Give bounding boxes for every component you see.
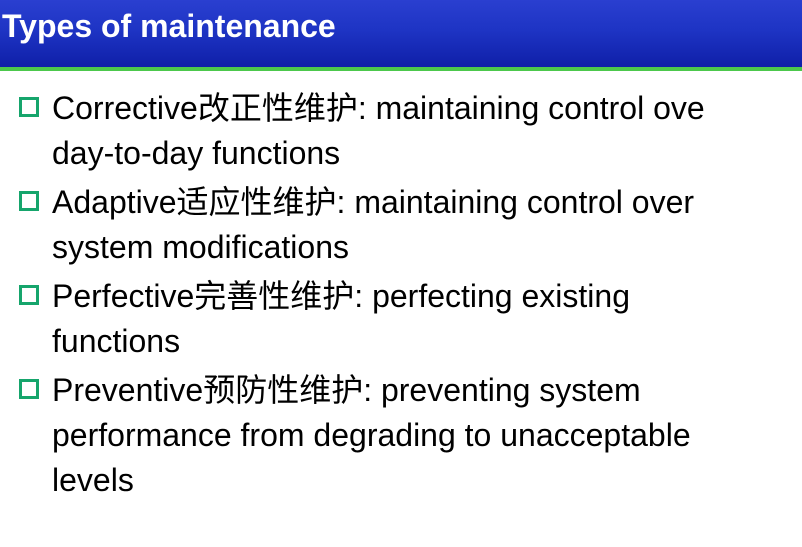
bullet-text-line: Perfective完善性维护: perfecting existing — [52, 278, 630, 314]
bullet-text-line: functions — [52, 323, 181, 359]
slide-title: Types of maintenance — [2, 8, 336, 44]
bullet-list: Corrective改正性维护: maintaining control ove… — [0, 86, 802, 526]
title-bar: Types of maintenance — [0, 0, 802, 67]
title-divider — [0, 67, 802, 71]
bullet-text-line: Corrective改正性维护: maintaining control ove — [52, 90, 705, 126]
bullet-item-corrective: Corrective改正性维护: maintaining control ove… — [0, 86, 802, 176]
square-bullet-icon — [19, 285, 39, 305]
bullet-text-line: performance from degrading to unacceptab… — [52, 417, 691, 453]
square-bullet-icon — [19, 191, 39, 211]
bullet-text-line: Adaptive适应性维护: maintaining control over — [52, 184, 695, 220]
bullet-item-adaptive: Adaptive适应性维护: maintaining control over … — [0, 180, 802, 270]
bullet-text-line: levels — [52, 462, 134, 498]
bullet-item-preventive: Preventive预防性维护: preventing system perfo… — [0, 368, 802, 503]
bullet-item-perfective: Perfective完善性维护: perfecting existing fun… — [0, 274, 802, 364]
square-bullet-icon — [19, 97, 39, 117]
bullet-text-line: system modifications — [52, 229, 349, 265]
bullet-text-line: Preventive预防性维护: preventing system — [52, 372, 641, 408]
square-bullet-icon — [19, 379, 39, 399]
bullet-text-line: day-to-day functions — [52, 135, 341, 171]
